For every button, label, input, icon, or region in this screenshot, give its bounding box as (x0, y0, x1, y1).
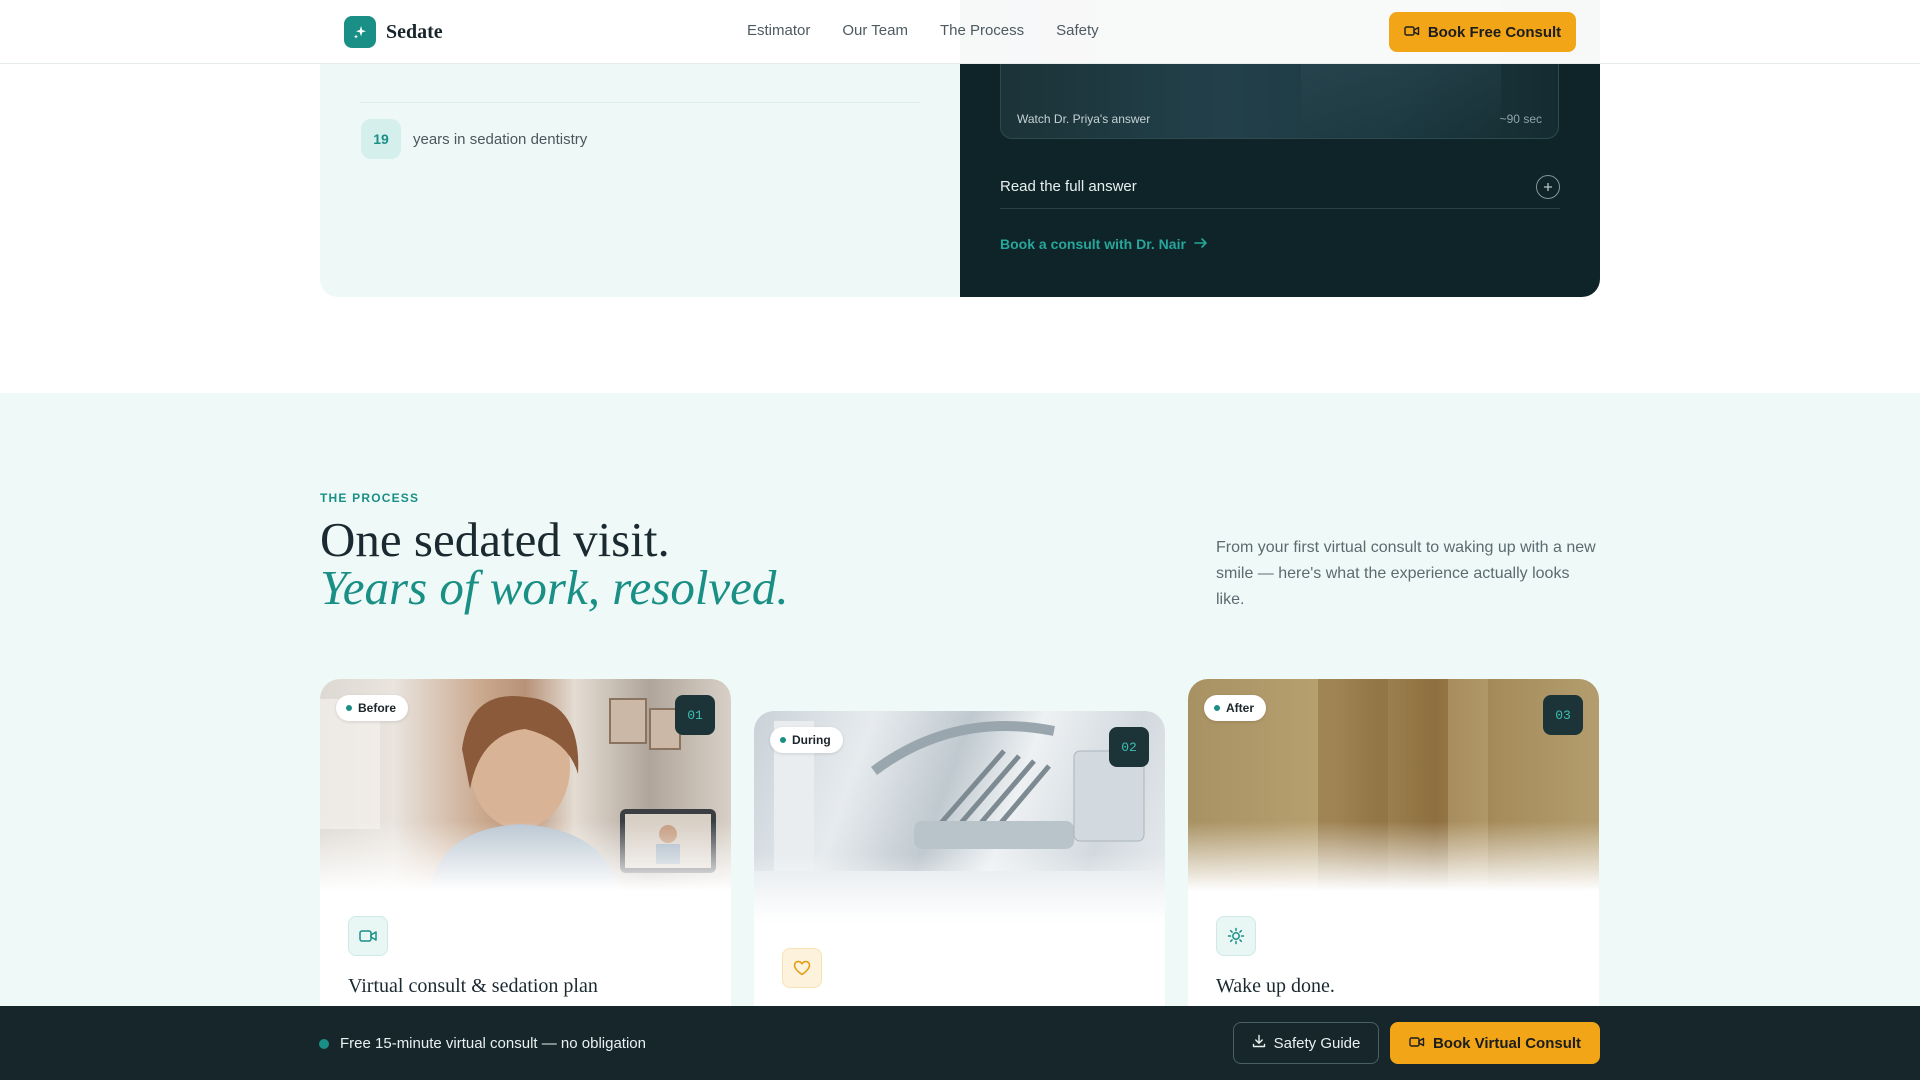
cta-bar-message: Free 15-minute virtual consult — no obli… (340, 1035, 646, 1052)
tag-dot (1214, 705, 1220, 711)
stage-tag: Before (336, 695, 409, 721)
read-full-answer-toggle[interactable]: Read the full answer (1000, 165, 1560, 209)
stage-tag: After (1204, 695, 1267, 721)
book-virtual-consult-button[interactable]: Book Virtual Consult (1390, 1022, 1600, 1064)
step-number: 03 (1543, 695, 1583, 735)
nav-our-team[interactable]: Our Team (842, 22, 908, 39)
section-title-emphasis: Years of work, resolved. (320, 560, 789, 615)
video-caption: Watch Dr. Priya's answer (1017, 112, 1151, 126)
photo-fade (1188, 821, 1599, 891)
main-nav: Estimator Our Team The Process Safety (747, 22, 1099, 39)
step-number: 02 (1109, 727, 1149, 767)
stat-label: years in sedation dentistry (413, 131, 588, 148)
step-number: 01 (675, 695, 715, 735)
safety-guide-label: Safety Guide (1273, 1034, 1361, 1052)
site-header: Sedate Estimator Our Team The Process Sa… (0, 0, 1920, 64)
nav-safety[interactable]: Safety (1056, 22, 1099, 39)
brand-logo[interactable]: Sedate (344, 16, 443, 48)
nav-the-process[interactable]: The Process (940, 22, 1024, 39)
status-dot (319, 1039, 329, 1049)
photo-fade (754, 853, 1165, 923)
book-free-consult-label: Book Free Consult (1427, 23, 1562, 41)
book-consult-dr-nair-link[interactable]: Book a consult with Dr. Nair (1000, 236, 1208, 252)
video-icon (348, 916, 388, 956)
brand-name: Sedate (386, 20, 443, 43)
read-full-answer-label: Read the full answer (1000, 178, 1137, 195)
card-title: Virtual consult & sedation plan (348, 975, 598, 997)
tag-dot (346, 705, 352, 711)
nav-estimator[interactable]: Estimator (747, 22, 810, 39)
download-icon (1252, 1034, 1266, 1052)
card-title: Wake up done. (1216, 975, 1335, 997)
sparkle-icon (344, 16, 376, 48)
sun-icon (1216, 916, 1256, 956)
safety-guide-button[interactable]: Safety Guide (1233, 1022, 1379, 1064)
stage-tag: During (770, 727, 843, 753)
video-duration: ~90 sec (1499, 112, 1542, 126)
tag-dot (780, 737, 786, 743)
heart-icon (782, 948, 822, 988)
divider (360, 102, 920, 103)
sticky-cta-bar: Free 15-minute virtual consult — no obli… (0, 1006, 1920, 1080)
consult-link-label: Book a consult with Dr. Nair (1000, 236, 1186, 252)
plus-icon[interactable] (1536, 174, 1560, 199)
section-title: One sedated visit. (320, 512, 670, 567)
section-eyebrow: THE PROCESS (320, 491, 420, 505)
video-camera-icon (1409, 1035, 1425, 1052)
stage-tag-label: During (792, 733, 831, 747)
book-virtual-consult-label: Book Virtual Consult (1432, 1034, 1582, 1052)
arrow-right-icon (1194, 236, 1208, 252)
section-intro: From your first virtual consult to wakin… (1216, 539, 1596, 608)
stage-tag-label: After (1226, 701, 1255, 715)
process-section: THE PROCESS One sedated visit. Years of … (0, 393, 1920, 1080)
stat-value-badge: 19 (361, 119, 401, 159)
stage-tag-label: Before (358, 701, 397, 715)
book-free-consult-button[interactable]: Book Free Consult (1389, 12, 1576, 52)
photo-fade (320, 821, 731, 891)
video-camera-icon (1404, 24, 1420, 41)
